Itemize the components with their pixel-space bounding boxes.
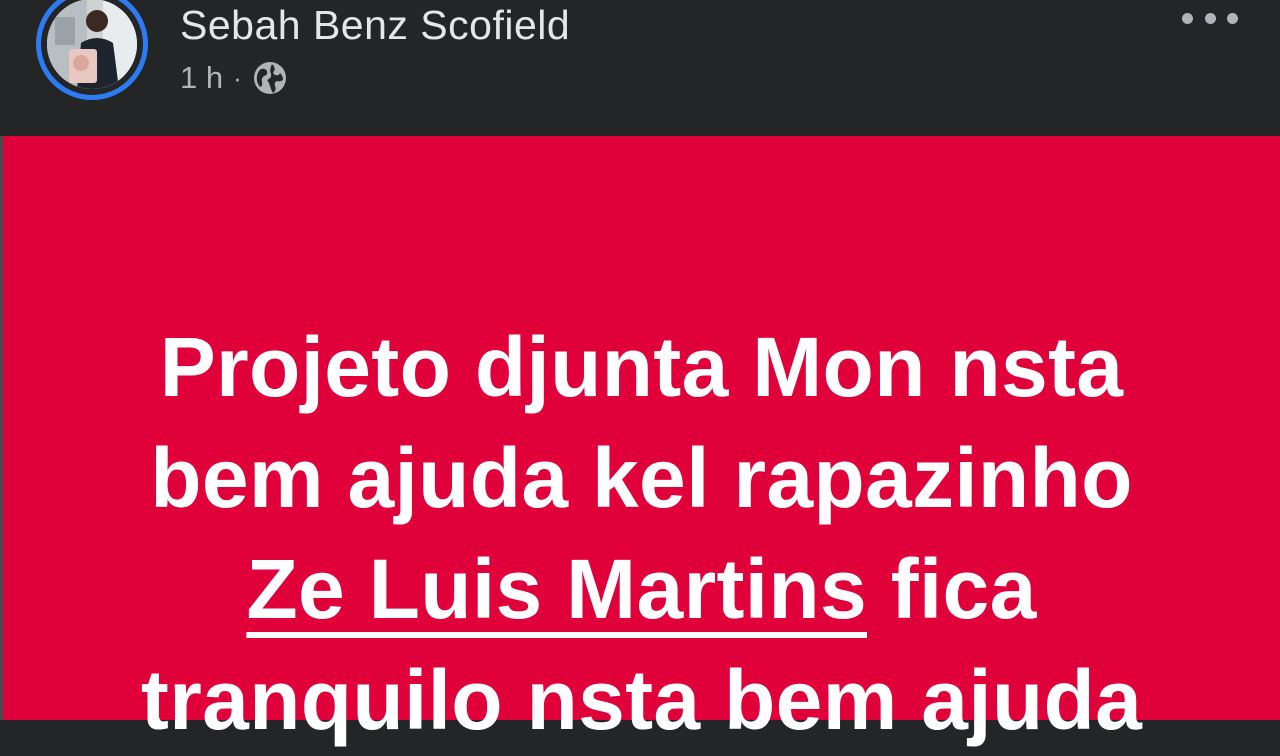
more-dot [1227,12,1238,24]
post-text-fragment: fica [867,542,1037,636]
post-text-line: Projeto djunta Mon nsta [159,320,1124,414]
post-header: Sebah Benz Scofield 1 h · [0,0,1280,136]
avatar-photo [47,0,137,89]
meta-separator: · [233,63,242,93]
post-text-line: bem ajuda kel rapazinho [150,431,1133,525]
post-text-line: Ze Luis Martins fica [3,534,1280,645]
avatar[interactable] [47,0,137,89]
globe-icon [253,62,286,94]
more-dot [1204,12,1216,24]
post-text: Projeto djunta Mon nsta bem ajuda kel ra… [3,312,1280,756]
post-timestamp[interactable]: 1 h [180,60,223,96]
post-background-text: Projeto djunta Mon nsta bem ajuda kel ra… [3,136,1280,747]
post-meta: 1 h · [180,58,288,98]
more-dot [1182,12,1193,24]
mention-link[interactable]: Ze Luis Martins [246,542,867,636]
more-options-button[interactable] [1182,6,1238,30]
author-name[interactable]: Sebah Benz Scofield [180,2,570,48]
post-text-line: tranquilo nsta bem ajuda [140,653,1143,747]
profile-avatar-ring[interactable] [36,0,148,100]
